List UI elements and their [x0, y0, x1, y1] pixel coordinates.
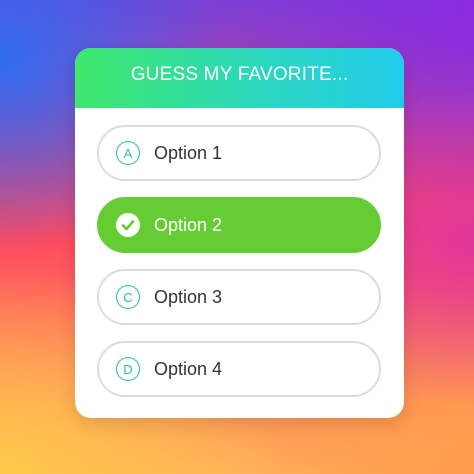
option-d-label: Option 4: [154, 358, 223, 379]
option-c-label: Option 3: [154, 286, 223, 307]
option-d-letter-badge: D: [116, 357, 140, 381]
option-c-button[interactable]: C Option 3: [97, 269, 381, 325]
quiz-card: GUESS MY FAVORITE... A Option 1 Option 2…: [75, 48, 404, 418]
option-c-letter-badge: C: [116, 285, 140, 309]
quiz-header: GUESS MY FAVORITE...: [75, 48, 404, 108]
option-a-label: Option 1: [154, 142, 223, 163]
quiz-title: GUESS MY FAVORITE...: [130, 64, 349, 85]
option-d-button[interactable]: D Option 4: [97, 341, 381, 397]
check-icon: [116, 213, 140, 237]
option-b-label: Option 2: [154, 214, 223, 235]
option-a-button[interactable]: A Option 1: [97, 125, 381, 181]
option-b-button[interactable]: Option 2: [97, 197, 381, 253]
option-a-letter-badge: A: [116, 141, 140, 165]
